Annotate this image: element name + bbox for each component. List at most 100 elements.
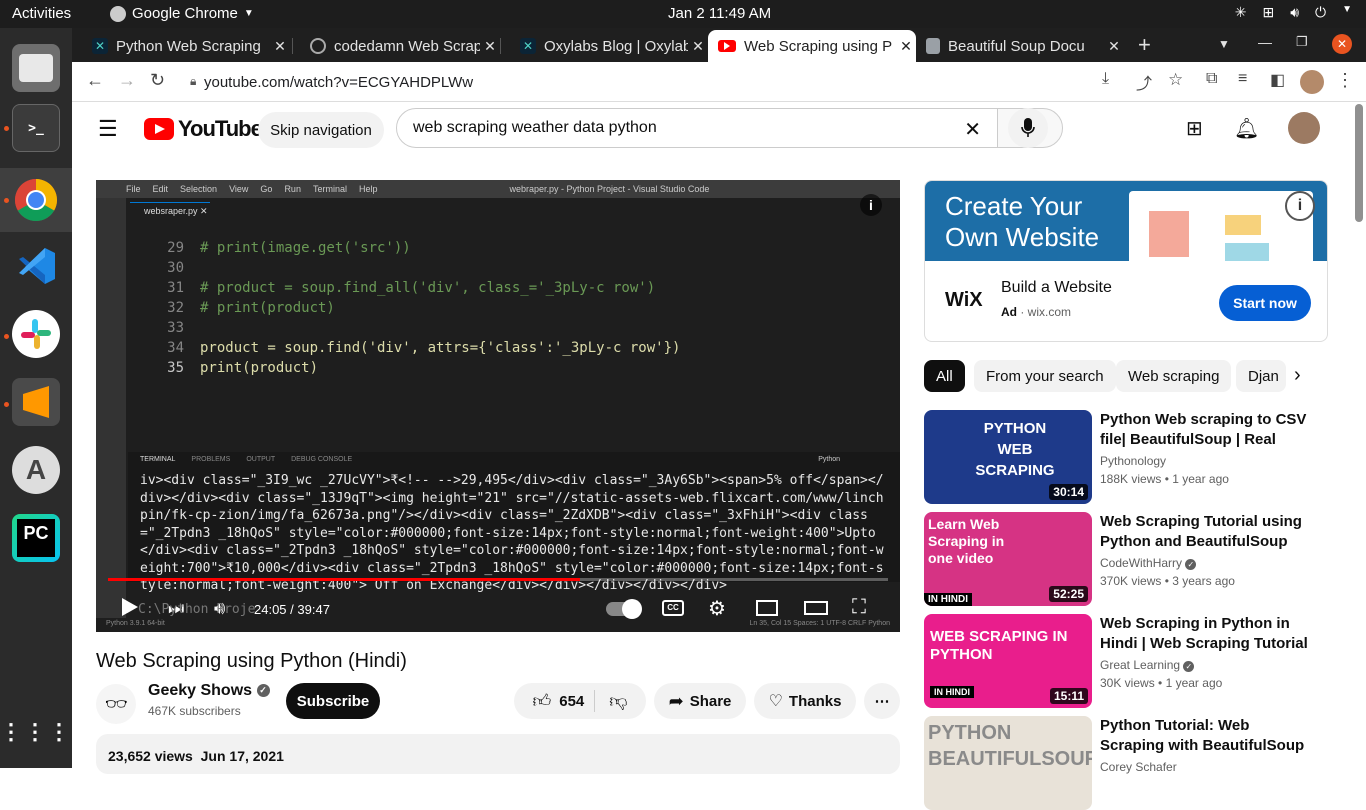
video-title[interactable]: Web Scraping Tutorial using Python and B… <box>1100 512 1310 552</box>
sponsored-ad[interactable]: Create Your Own Website i WiX Build a We… <box>924 180 1328 342</box>
side-panel-icon[interactable]: ◧ <box>1270 70 1285 90</box>
chip-django[interactable]: Djan <box>1236 360 1286 392</box>
extensions-puzzle-icon[interactable]: ⧉ <box>1206 70 1217 88</box>
account-avatar[interactable] <box>1288 112 1320 144</box>
ad-info-icon[interactable]: i <box>1285 191 1315 221</box>
video-title[interactable]: Web Scraping in Python in Hindi | Web Sc… <box>1100 614 1310 654</box>
list-item[interactable]: WEB SCRAPING IN PYTHON IN HINDI 15:11 We… <box>924 614 1344 708</box>
extensions-tray-icon[interactable]: ✳ <box>1235 4 1247 21</box>
volume-icon[interactable]: 🔊︎ <box>1290 4 1299 21</box>
channel-name[interactable]: Corey Schafer <box>1100 760 1177 774</box>
channel-name[interactable]: Pythonology <box>1100 454 1166 468</box>
play-button[interactable] <box>122 598 138 616</box>
list-item[interactable]: PYTHON WEB SCRAPING 30:14 Python Web scr… <box>924 410 1344 504</box>
create-video-icon[interactable]: ⊞ <box>1186 116 1203 141</box>
chrome-menu-icon[interactable]: ⋮ <box>1336 70 1354 91</box>
back-arrow-icon[interactable]: ← <box>86 70 104 91</box>
skip-navigation-button[interactable]: Skip navigation <box>258 112 384 148</box>
omnibox[interactable]: 🔒︎ youtube.com/watch?v=ECGYAHDPLWw <box>170 67 1070 97</box>
more-actions-button[interactable]: ⋯ <box>864 683 900 719</box>
share-icon[interactable]: ⤴ <box>1136 70 1152 94</box>
hamburger-menu-icon[interactable]: ☰ <box>98 116 118 142</box>
video-thumbnail[interactable]: PYTHON BEAUTIFULSOUP <box>924 716 1092 810</box>
list-item[interactable]: PYTHON BEAUTIFULSOUP Python Tutorial: We… <box>924 716 1344 810</box>
install-app-icon[interactable]: ⤓ <box>1102 70 1109 88</box>
scrollbar-thumb[interactable] <box>1355 104 1363 222</box>
progress-bar[interactable] <box>108 578 888 581</box>
voice-search-button[interactable] <box>1008 108 1048 148</box>
forward-arrow-icon[interactable]: → <box>118 70 136 91</box>
subscribe-button[interactable]: Subscribe <box>286 683 380 719</box>
start-now-button[interactable]: Start now <box>1219 285 1311 321</box>
tab-oxylabs-blog[interactable]: ✕ Oxylabs Blog | Oxylab ✕ <box>500 30 708 62</box>
tab-web-scraping-youtube[interactable]: Web Scraping using P ✕ <box>708 30 916 62</box>
description-box[interactable]: 23,652 views Jun 17, 2021 <box>96 734 900 774</box>
vscode-app-icon[interactable] <box>12 242 60 290</box>
channel-avatar[interactable]: 👓︎ <box>96 684 136 724</box>
channel-name[interactable]: CodeWithHarry ✓ <box>1100 556 1197 570</box>
bookmark-star-icon[interactable]: ☆ <box>1168 70 1183 90</box>
tab-python-web-scraping[interactable]: ✕ Python Web Scraping ✕ <box>72 30 290 62</box>
chip-web-scraping[interactable]: Web scraping <box>1116 360 1232 392</box>
share-button[interactable]: ➦ Share <box>654 683 746 719</box>
clear-search-icon[interactable]: ✕ <box>964 117 981 142</box>
channel-name[interactable]: Geeky Shows ✓ <box>148 682 270 700</box>
thanks-button[interactable]: ♡ Thanks <box>754 683 856 719</box>
chips-next-chevron-icon[interactable]: › <box>1294 364 1301 387</box>
video-thumbnail[interactable]: WEB SCRAPING IN PYTHON IN HINDI 15:11 <box>924 614 1092 708</box>
search-input[interactable]: web scraping weather data python ✕ <box>396 108 998 148</box>
fullscreen-icon[interactable]: ⛶ <box>852 596 866 619</box>
tab-beautiful-soup-docs[interactable]: Beautiful Soup Docu ✕ <box>916 30 1124 62</box>
tab-search-chevron-icon[interactable]: ▼ <box>1218 37 1230 51</box>
network-icon[interactable]: ⊞ <box>1262 4 1274 21</box>
notifications-bell-icon[interactable]: 🔔︎ <box>1234 116 1259 141</box>
ad-banner[interactable]: Create Your Own Website i <box>925 181 1327 261</box>
close-icon[interactable]: ✕ <box>896 38 916 55</box>
reload-icon[interactable]: ↻ <box>150 70 165 91</box>
software-center-app-icon[interactable]: A <box>12 446 60 494</box>
video-thumbnail[interactable]: Learn Web Scraping in one video IN HINDI… <box>924 512 1092 606</box>
channel-name[interactable]: Great Learning ✓ <box>1100 658 1195 672</box>
captions-button[interactable]: CC <box>662 600 684 616</box>
pycharm-app-icon[interactable]: PC <box>12 514 60 562</box>
video-player[interactable]: File Edit Selection View Go Run Terminal… <box>96 180 900 632</box>
chip-all[interactable]: All <box>924 360 965 392</box>
files-app-icon[interactable] <box>12 44 60 92</box>
system-tray[interactable]: ✳ ⊞ 🔊︎ ⏻ ▼ <box>1235 4 1352 21</box>
power-icon[interactable]: ⏻ <box>1315 4 1326 21</box>
like-button[interactable]: 👍︎ 654 <box>532 690 596 712</box>
activities-button[interactable]: Activities <box>12 5 71 22</box>
close-icon[interactable]: ✕ <box>480 38 500 55</box>
profile-avatar[interactable] <box>1300 70 1324 94</box>
close-icon[interactable]: ✕ <box>1104 38 1124 55</box>
chip-from-your-search[interactable]: From your search <box>974 360 1116 392</box>
dislike-button[interactable]: 👎︎ <box>601 690 627 712</box>
close-icon[interactable]: ✕ <box>688 38 708 55</box>
video-thumbnail[interactable]: PYTHON WEB SCRAPING 30:14 <box>924 410 1092 504</box>
minimize-window-icon[interactable]: — <box>1258 34 1272 50</box>
reading-list-icon[interactable]: ≡ <box>1238 70 1247 88</box>
info-button[interactable]: i <box>860 194 882 216</box>
terminal-app-icon[interactable]: >_ <box>12 104 60 152</box>
video-title[interactable]: Python Tutorial: Web Scraping with Beaut… <box>1100 716 1310 756</box>
app-menu[interactable]: Google Chrome ▼ <box>110 5 254 22</box>
tab-codedamn[interactable]: codedamn Web Scrap ✕ <box>290 30 500 62</box>
video-title[interactable]: Python Web scraping to CSV file| Beautif… <box>1100 410 1310 450</box>
youtube-logo[interactable]: YouTube IN <box>144 114 276 142</box>
chrome-app-icon[interactable] <box>12 176 60 224</box>
theater-mode-icon[interactable] <box>804 601 828 615</box>
autoplay-toggle[interactable] <box>606 599 642 619</box>
clock[interactable]: Jan 2 11:49 AM <box>668 5 771 22</box>
close-window-icon[interactable]: ✕ <box>1332 34 1352 54</box>
slack-app-icon[interactable] <box>12 310 60 358</box>
list-item[interactable]: Learn Web Scraping in one video IN HINDI… <box>924 512 1344 606</box>
maximize-window-icon[interactable]: ❐ <box>1296 34 1308 50</box>
close-icon[interactable]: ✕ <box>270 38 290 55</box>
miniplayer-icon[interactable] <box>756 600 778 616</box>
chevron-down-icon[interactable]: ▼ <box>1342 4 1352 21</box>
page-scrollbar[interactable] <box>1352 102 1366 768</box>
new-tab-plus-icon[interactable]: + <box>1138 32 1151 58</box>
show-apps-grid-icon[interactable]: ⋮⋮⋮ <box>0 708 70 756</box>
settings-gear-icon[interactable]: ⚙ <box>708 596 726 621</box>
sublime-text-app-icon[interactable] <box>12 378 60 426</box>
